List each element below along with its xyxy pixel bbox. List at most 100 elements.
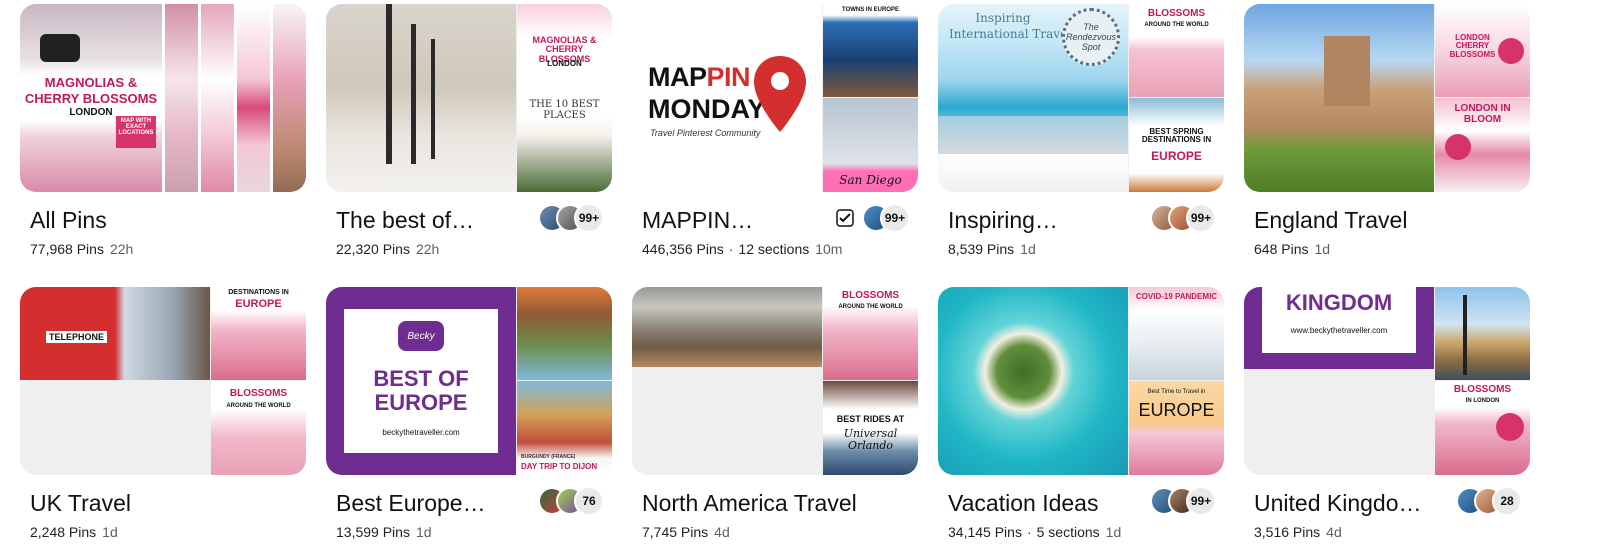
board-cover[interactable]: LONDON CHERRY BLOSSOMS LONDON IN BLOOM bbox=[1244, 4, 1530, 192]
pin-text: Universal Orlando bbox=[843, 427, 898, 452]
last-updated: 1d bbox=[415, 524, 432, 540]
collaborator-count: 99+ bbox=[574, 203, 604, 233]
pin-image: DESTINATIONS IN EUROPE bbox=[211, 287, 306, 380]
logo-text: MAPPIN bbox=[648, 62, 751, 92]
pin-image: BEST RIDES AT Universal Orlando bbox=[823, 381, 918, 475]
section-count: 5 sections bbox=[1036, 524, 1100, 540]
last-updated: 10m bbox=[815, 241, 843, 257]
last-updated: 22h bbox=[415, 241, 440, 257]
section-count: 12 sections bbox=[738, 241, 810, 257]
pin-count: 2,248 Pins bbox=[30, 524, 97, 540]
board-title[interactable]: All Pins bbox=[30, 207, 107, 234]
stack-image bbox=[162, 4, 201, 192]
pin-image: Best Time to Travel in EUROPE bbox=[1129, 381, 1224, 475]
board-title[interactable]: The best of… bbox=[336, 207, 474, 234]
collaborator-count: 28 bbox=[1492, 486, 1522, 516]
pin-image: BLOSSOMS AROUND THE WORLD bbox=[211, 381, 306, 475]
pin-text: EUROPE bbox=[235, 298, 282, 310]
last-updated: 1d bbox=[102, 524, 118, 540]
board-meta: 13,599 Pins 1d bbox=[336, 524, 432, 540]
board-title[interactable]: Vacation Ideas bbox=[948, 490, 1098, 517]
pin-text: BURGUNDY (FRANCE) bbox=[521, 454, 576, 460]
pin-image: San Diego bbox=[823, 98, 918, 192]
board-cover[interactable]: Inspiring International Travel The Rende… bbox=[938, 4, 1224, 192]
last-updated: 1d bbox=[1314, 241, 1331, 257]
pin-image: COVID-19 PANDEMIC bbox=[1129, 287, 1224, 380]
pin-image: BURGUNDY (FRANCE) DAY TRIP TO DIJON bbox=[517, 381, 612, 475]
pin-image: BLOSSOMS AROUND THE WORLD bbox=[823, 287, 918, 380]
pin-text: beckythetraveller.com bbox=[382, 428, 460, 437]
pin-text: EUROPE bbox=[1151, 149, 1202, 163]
board-cover[interactable]: MAPPIN MONDAY Travel Pinterest Community… bbox=[632, 4, 918, 192]
board-cover[interactable]: COVID-19 PANDEMIC Best Time to Travel in… bbox=[938, 287, 1224, 475]
pin-image bbox=[517, 287, 612, 380]
pin-text: LONDON bbox=[547, 59, 582, 68]
pin-text: Best Time to Travel in bbox=[1147, 389, 1206, 395]
board-cover[interactable]: TELEPHONE DESTINATIONS IN EUROPE BLOSSOM… bbox=[20, 287, 306, 475]
pin-text: BLOSSOMS bbox=[229, 388, 288, 399]
collaborator-count: 99+ bbox=[1186, 486, 1216, 516]
pin-text: BEST SPRING DESTINATIONS IN bbox=[1141, 127, 1212, 145]
pin-text: TELEPHONE bbox=[46, 331, 108, 343]
pin-image: BLOSSOMS AROUND THE WORLD bbox=[1129, 4, 1224, 97]
board-meta: 2,248 Pins 1d bbox=[30, 524, 118, 540]
checkbox-icon[interactable] bbox=[836, 209, 854, 227]
pin-image: LONDON CHERRY BLOSSOMS bbox=[1435, 4, 1530, 97]
pin-count: 8,539 Pins bbox=[948, 241, 1015, 257]
pin-text: LONDON IN BLOOM bbox=[1454, 103, 1511, 125]
board-meta: 34,145 Pins · 5 sections 1d bbox=[948, 524, 1122, 540]
last-updated: 4d bbox=[1326, 524, 1342, 540]
pin-badge: MAP WITH EXACT LOCATIONS bbox=[116, 116, 156, 148]
board-cover[interactable]: MAGNOLIAS & CHERRY BLOSSOMS LONDON THE 1… bbox=[326, 4, 612, 192]
collaborators[interactable]: 99+ bbox=[538, 203, 604, 233]
last-updated: 1d bbox=[1105, 524, 1122, 540]
pin-image: BEST SPRING DESTINATIONS IN EUROPE bbox=[1129, 98, 1224, 192]
pin-text: MAGNOLIAS & bbox=[44, 75, 138, 90]
collaborator-count: 99+ bbox=[1186, 203, 1216, 233]
collaborators[interactable]: 99+ bbox=[1150, 486, 1216, 516]
collaborators[interactable]: 99+ bbox=[836, 203, 910, 233]
cover-image bbox=[1244, 4, 1434, 192]
pin-image: MAGNOLIAS & CHERRY BLOSSOMS LONDON THE 1… bbox=[517, 4, 612, 192]
last-updated: 4d bbox=[714, 524, 730, 540]
board-cover[interactable]: BLOSSOMS AROUND THE WORLD BEST RIDES AT … bbox=[632, 287, 918, 475]
cover-image: MAPPIN MONDAY Travel Pinterest Community bbox=[632, 4, 822, 192]
board-meta: 648 Pins 1d bbox=[1254, 241, 1330, 257]
board-title[interactable]: North America Travel bbox=[642, 490, 857, 517]
board-title[interactable]: MAPPIN… bbox=[642, 207, 753, 234]
board-title[interactable]: England Travel bbox=[1254, 207, 1407, 234]
pin-text: CHERRY BLOSSOMS bbox=[24, 91, 158, 106]
last-updated: 22h bbox=[109, 241, 134, 257]
brand-logo: Becky bbox=[398, 321, 444, 351]
cover-image: MAGNOLIAS & CHERRY BLOSSOMS LONDON MAP W… bbox=[20, 4, 162, 192]
cover-image: Inspiring International Travel The Rende… bbox=[938, 4, 1128, 192]
cover-image bbox=[938, 287, 1128, 475]
board-title[interactable]: Inspiring… bbox=[948, 207, 1058, 234]
pin-text: COVID-19 PANDEMIC bbox=[1135, 292, 1218, 301]
pin-text: BEST RIDES AT bbox=[836, 414, 905, 424]
collaborators[interactable]: 76 bbox=[538, 486, 604, 516]
pin-text: BLOSSOMS bbox=[1147, 8, 1206, 19]
pin-count: 22,320 Pins bbox=[336, 241, 410, 257]
pin-text: KINGDOM bbox=[1285, 290, 1393, 315]
board-title[interactable]: United Kingdo… bbox=[1254, 490, 1422, 517]
pin-text: EUROPE bbox=[374, 390, 468, 415]
board-title[interactable]: Best Europe… bbox=[336, 490, 486, 517]
collaborators[interactable]: 99+ bbox=[1150, 203, 1216, 233]
board-cover[interactable]: KINGDOM www.beckythetraveller.com BLOSSO… bbox=[1244, 287, 1530, 475]
collaborator-count: 76 bbox=[574, 486, 604, 516]
pin-text: IN LONDON bbox=[1465, 398, 1500, 404]
pin-text: DAY TRIP TO DIJON bbox=[521, 462, 598, 471]
stack-image bbox=[234, 4, 273, 192]
board-cover[interactable]: MAGNOLIAS & CHERRY BLOSSOMS LONDON MAP W… bbox=[20, 4, 306, 192]
seal-badge: The Rendezvous Spot bbox=[1062, 8, 1120, 66]
board-cover[interactable]: Becky BEST OF EUROPE beckythetraveller.c… bbox=[326, 287, 612, 475]
board-meta: 7,745 Pins 4d bbox=[642, 524, 730, 540]
cover-image: TELEPHONE bbox=[20, 287, 210, 380]
pin-text: THE 10 BEST PLACES bbox=[529, 99, 600, 121]
pin-count: 648 Pins bbox=[1254, 241, 1309, 257]
cover-image bbox=[326, 4, 516, 192]
collaborators[interactable]: 28 bbox=[1456, 486, 1522, 516]
last-updated: 1d bbox=[1020, 241, 1036, 257]
board-title[interactable]: UK Travel bbox=[30, 490, 131, 517]
